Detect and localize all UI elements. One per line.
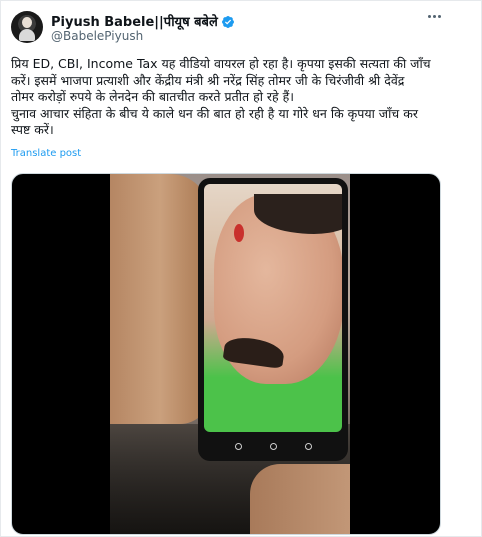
- author-display-name[interactable]: Piyush Babele||पीयूष बबेले: [51, 12, 218, 30]
- tweet-text-line: तोमर करोड़ों रुपये के लेनदेन की बातचीत क…: [11, 89, 295, 105]
- face-image: [214, 194, 342, 384]
- tweet-text: प्रिय ED, CBI, Income Tax यह वीडियो वायर…: [11, 56, 466, 139]
- phone-nav-buttons: [204, 436, 342, 456]
- video-frame: [110, 174, 350, 534]
- author-name-row: Piyush Babele||पीयूष बबेले: [51, 12, 235, 30]
- hand-image: [110, 174, 210, 424]
- phone-image: [198, 178, 348, 461]
- author-handle[interactable]: @BabelePiyush: [51, 29, 143, 43]
- tweet-text-line: प्रिय ED, CBI, Income Tax यह वीडियो वायर…: [11, 56, 431, 71]
- video-media[interactable]: [11, 173, 441, 535]
- tweet-text-line: स्पष्ट करें।: [11, 122, 54, 138]
- more-options-icon[interactable]: [428, 13, 442, 19]
- tweet-card: Piyush Babele||पीयूष बबेले @BabelePiyush…: [0, 0, 482, 537]
- verified-badge-icon: [221, 14, 235, 28]
- tweet-text-line: चुनाव आचार संहिता के बीच ये काले धन की ब…: [11, 105, 418, 121]
- tweet-text-line: करें। इसमें भाजपा प्रत्याशी और केंद्रीय …: [11, 72, 405, 88]
- translate-post-link[interactable]: Translate post: [11, 148, 81, 159]
- avatar[interactable]: [11, 11, 43, 43]
